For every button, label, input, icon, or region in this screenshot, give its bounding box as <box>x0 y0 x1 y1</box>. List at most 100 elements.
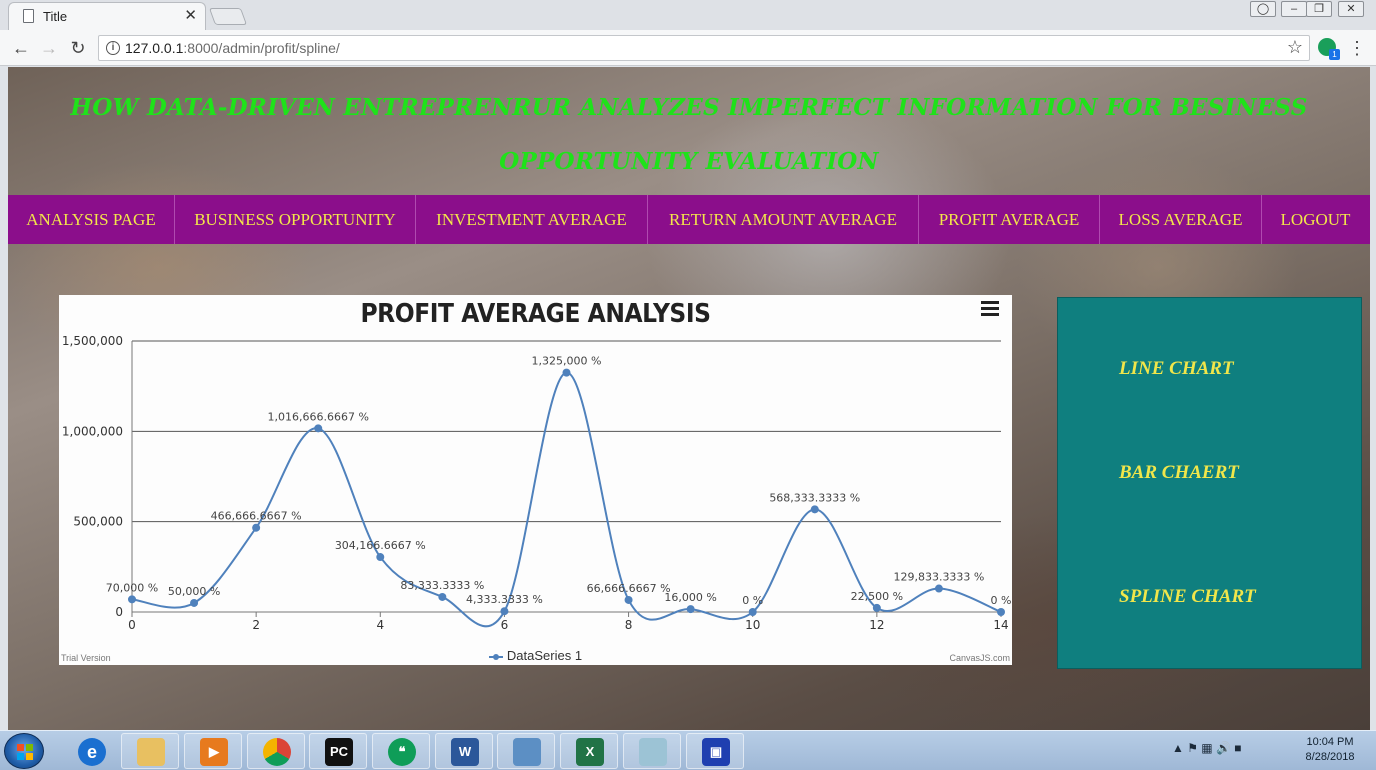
close-window-button[interactable]: ✕ <box>1338 1 1364 17</box>
x-tick-label: 8 <box>625 618 633 632</box>
canvasjs-credit-link[interactable]: CanvasJS.com <box>949 653 1010 663</box>
taskbar-clock[interactable]: 10:04 PM 8/28/2018 <box>1300 735 1360 765</box>
forward-arrow-icon[interactable]: → <box>37 36 61 60</box>
chart-menu-icon[interactable] <box>981 301 999 317</box>
site-title-line2: OPPORTUNITY EVALUATION <box>499 148 879 175</box>
new-tab-button[interactable] <box>208 8 248 25</box>
data-label: 1,016,666.6667 % <box>267 410 368 423</box>
x-tick-label: 14 <box>993 618 1008 632</box>
data-point <box>624 595 633 604</box>
legend-swatch <box>488 653 503 660</box>
data-point <box>872 603 881 612</box>
taskbar: e ▶ PC ❝ W X ▣ ▲ ⚑ ▦ 🔊 ■ 10:04 PM 8/28/2… <box>0 730 1376 770</box>
y-tick-label: 1,000,000 <box>62 424 123 438</box>
nav-analysis-page[interactable]: ANALYSIS PAGE <box>8 195 175 244</box>
nav-profit-average[interactable]: PROFIT AVERAGE <box>919 195 1100 244</box>
data-label: 1,325,000 % <box>532 355 602 368</box>
chart-type-panel: LINE CHART BAR CHAERT SPLINE CHART <box>1057 297 1362 669</box>
word-icon[interactable]: W <box>435 733 493 769</box>
data-point <box>997 608 1005 616</box>
data-point <box>500 607 509 616</box>
x-tick-label: 0 <box>128 618 136 632</box>
ie-icon[interactable]: e <box>62 733 120 769</box>
x-tick-label: 12 <box>869 618 884 632</box>
legend-label: DataSeries 1 <box>506 648 583 663</box>
extension-icon[interactable]: 1 <box>1318 38 1340 60</box>
clock-time: 10:04 PM <box>1306 736 1354 748</box>
data-label: 466,666.6667 % <box>211 510 302 523</box>
y-tick-label: 500,000 <box>73 515 123 529</box>
data-label: 66,666.6667 % <box>587 582 671 595</box>
data-point <box>376 553 385 562</box>
nav-return-amount-average[interactable]: RETURN AMOUNT AVERAGE <box>648 195 919 244</box>
main-nav: ANALYSIS PAGE BUSINESS OPPORTUNITY INVES… <box>8 195 1370 244</box>
data-label: 70,000 % <box>106 581 158 594</box>
data-point <box>190 598 199 607</box>
data-label: 304,166.6667 % <box>335 539 426 552</box>
spline-chart-link[interactable]: SPLINE CHART <box>1119 586 1256 608</box>
data-label: 0 % <box>742 594 763 607</box>
data-point <box>810 505 819 514</box>
tab-strip: Title ✕ ◯ – ❐ ✕ <box>0 0 1376 30</box>
reload-icon[interactable]: ↻ <box>66 36 90 60</box>
pycharm-icon[interactable]: PC <box>309 733 367 769</box>
data-point <box>934 584 943 593</box>
chart-canvas: 0 500,000 1,000,000 1,500,000 0 2 4 6 8 10 12 14 70,… <box>62 334 1012 632</box>
file-explorer-icon[interactable] <box>121 733 179 769</box>
site-title: HOW DATA-DRIVEN ENTREPRENRUR ANALYZES IM… <box>8 81 1370 189</box>
restore-button[interactable]: ❐ <box>1306 1 1332 17</box>
page-viewport: HOW DATA-DRIVEN ENTREPRENRUR ANALYZES IM… <box>8 67 1370 730</box>
data-point <box>314 424 323 433</box>
windows-logo-icon <box>17 744 33 760</box>
line-chart-link[interactable]: LINE CHART <box>1119 358 1234 380</box>
photo-viewer-icon[interactable] <box>497 733 555 769</box>
start-button[interactable] <box>4 733 44 769</box>
system-tray[interactable]: ▲ ⚑ ▦ 🔊 ■ <box>1172 741 1242 755</box>
remote-desktop-icon[interactable]: ▣ <box>686 733 744 769</box>
browser-toolbar: ← → ↻ i 127.0.0.1:8000/admin/profit/spli… <box>0 30 1376 66</box>
url-text[interactable]: 127.0.0.1:8000/admin/profit/spline/ <box>125 40 340 56</box>
profile-icon[interactable]: ◯ <box>1250 1 1276 17</box>
browser-tab[interactable]: Title ✕ <box>8 2 206 30</box>
y-tick-label: 0 <box>115 605 123 619</box>
series-line <box>131 371 1002 628</box>
chrome-icon[interactable] <box>247 733 305 769</box>
page-icon <box>23 9 34 23</box>
minimize-button[interactable]: – <box>1281 1 1307 17</box>
hangouts-icon[interactable]: ❝ <box>372 733 430 769</box>
bookmark-star-icon[interactable]: ☆ <box>1287 37 1303 58</box>
nav-investment-average[interactable]: INVESTMENT AVERAGE <box>416 195 648 244</box>
media-player-icon[interactable]: ▶ <box>184 733 242 769</box>
y-tick-label: 1,500,000 <box>62 334 123 348</box>
back-arrow-icon[interactable]: ← <box>9 36 33 60</box>
data-label: 22,500 % <box>851 590 903 603</box>
tab-title: Title <box>43 9 68 24</box>
site-info-icon[interactable]: i <box>106 41 120 55</box>
extension-badge: 1 <box>1329 49 1340 60</box>
nav-logout[interactable]: LOGOUT <box>1262 195 1369 244</box>
data-label: 83,333.3333 % <box>400 579 484 592</box>
nav-business-opportunity[interactable]: BUSINESS OPPORTUNITY <box>175 195 416 244</box>
excel-icon[interactable]: X <box>560 733 618 769</box>
data-point <box>562 368 571 377</box>
bar-chart-link[interactable]: BAR CHAERT <box>1119 462 1239 484</box>
x-tick-label: 6 <box>501 618 509 632</box>
notepad-icon[interactable] <box>623 733 681 769</box>
address-bar[interactable]: i 127.0.0.1:8000/admin/profit/spline/ ☆ <box>98 35 1310 61</box>
x-tick-label: 4 <box>376 618 384 632</box>
data-point <box>438 592 447 601</box>
data-point <box>748 608 757 616</box>
data-label: 4,333.3333 % <box>466 593 543 606</box>
data-point <box>686 605 695 614</box>
data-label: 129,833.3333 % <box>893 571 984 584</box>
chart-title: PROFIT AVERAGE ANALYSIS <box>360 299 711 329</box>
profit-chart: 0 500,000 1,000,000 1,500,000 0 2 4 6 8 10 12 14 70,… <box>59 295 1012 665</box>
data-label: 50,000 % <box>168 585 220 598</box>
chart-legend[interactable]: DataSeries 1 <box>59 648 1012 663</box>
data-label: 0 % <box>991 594 1012 607</box>
nav-loss-average[interactable]: LOSS AVERAGE <box>1100 195 1262 244</box>
url-path: :8000/admin/profit/spline/ <box>183 40 340 56</box>
data-label: 568,333.3333 % <box>769 491 860 504</box>
tab-close-icon[interactable]: ✕ <box>184 7 197 25</box>
browser-menu-icon[interactable]: ⋮ <box>1348 36 1366 60</box>
